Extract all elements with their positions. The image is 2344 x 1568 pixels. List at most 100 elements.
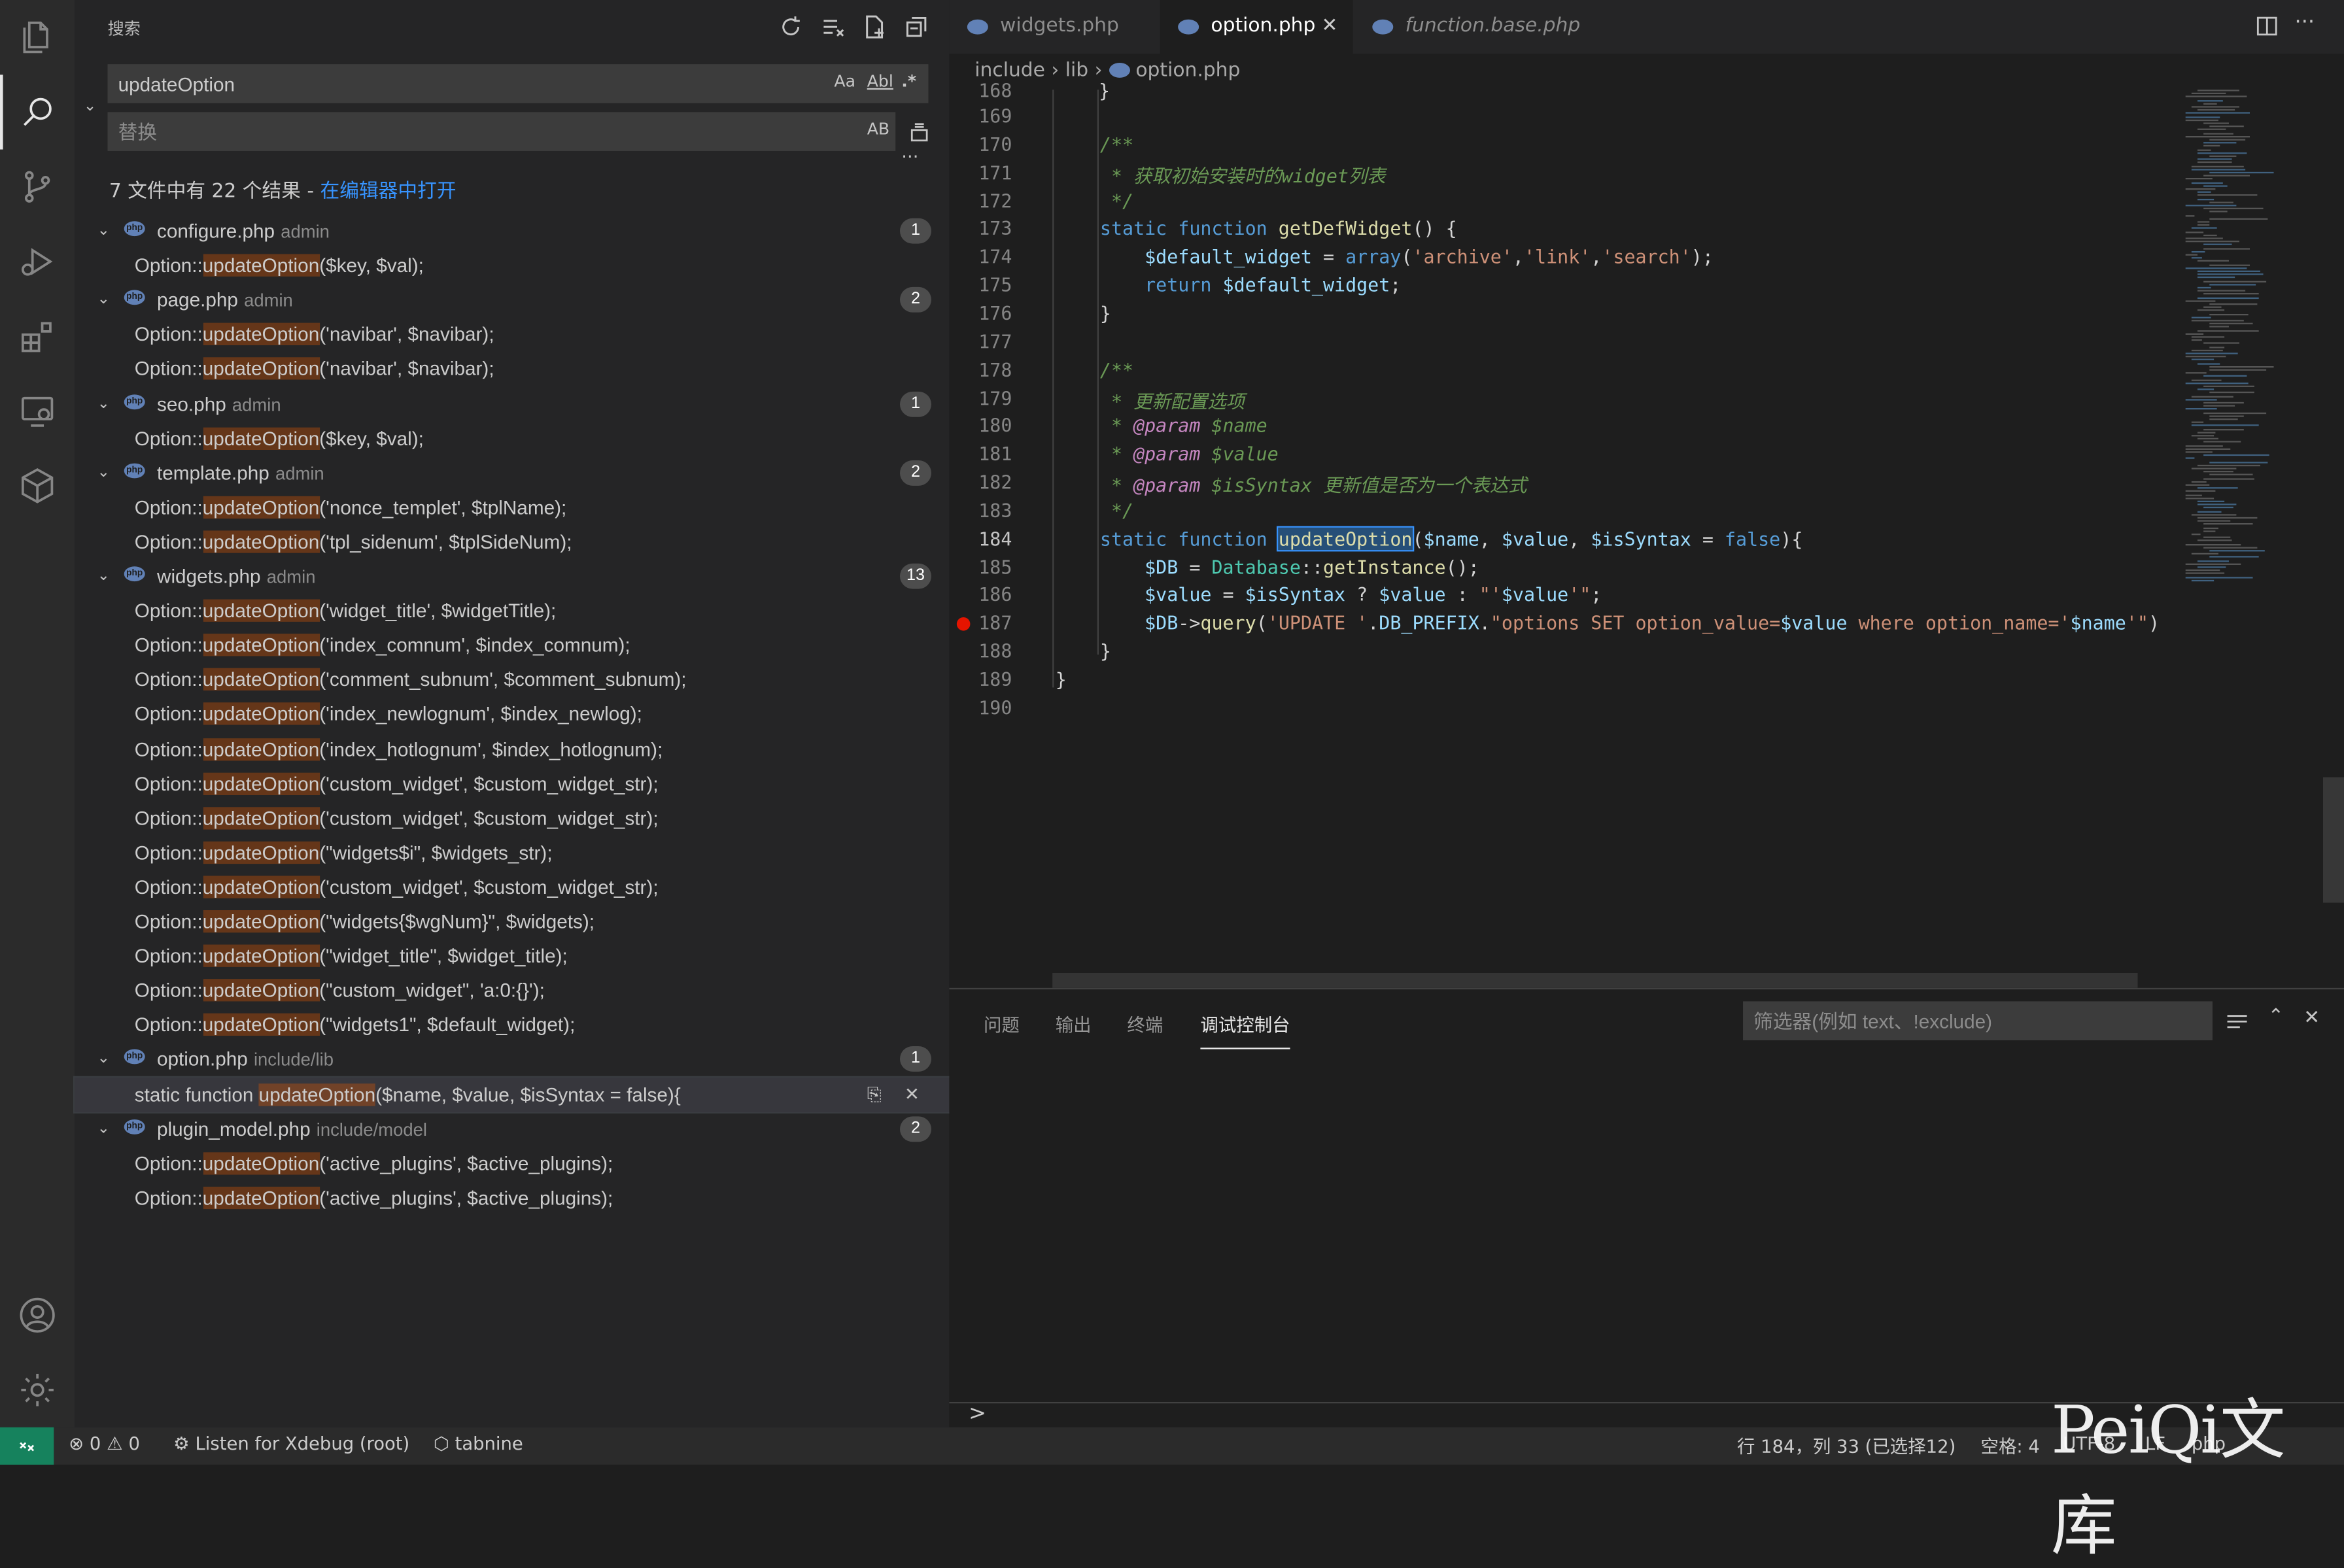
remote-indicator[interactable] (0, 1427, 54, 1465)
breadcrumb-file[interactable]: option.php (1135, 60, 1240, 82)
close-panel-icon[interactable]: ✕ (2303, 1008, 2320, 1030)
more-actions-icon[interactable]: ··· (2295, 10, 2315, 35)
search-input[interactable] (109, 65, 945, 102)
result-file-row[interactable]: ⌄ php widgets.php admin 13 (75, 559, 949, 594)
cursor-position[interactable]: 行 184，列 33 (已选择12) (1737, 1433, 1956, 1459)
result-match-row[interactable]: Option::updateOption('navibar', $navibar… (75, 317, 949, 352)
result-file-row[interactable]: ⌄ php seo.php admin 1 (75, 386, 949, 421)
result-file-row[interactable]: ⌄ php plugin_model.php include/model 2 (75, 1112, 949, 1146)
match-text: Option::updateOption('custom_widget', $c… (135, 766, 659, 801)
preserve-case-toggle[interactable]: AB (867, 120, 889, 139)
extensions-icon[interactable] (0, 299, 75, 373)
chevron-down-icon[interactable]: ⌄ (97, 1112, 112, 1146)
chevron-down-icon[interactable]: ⌄ (97, 559, 112, 594)
result-match-row[interactable]: Option::updateOption('active_plugins', $… (75, 1146, 949, 1180)
whole-word-toggle[interactable]: Abl (867, 72, 893, 92)
panel-tab-output[interactable]: 输出 (1056, 1012, 1092, 1037)
result-match-row[interactable]: Option::updateOption('custom_widget', $c… (75, 800, 949, 835)
chevron-down-icon[interactable]: ⌄ (97, 282, 112, 317)
minimap-line (2197, 221, 2210, 223)
tab-option-php[interactable]: option.php ✕ (1160, 0, 1353, 54)
cube-extension-icon[interactable] (0, 449, 75, 523)
close-tab-icon[interactable]: ✕ (1322, 0, 1338, 54)
indentation[interactable]: 空格: 4 (1981, 1433, 2040, 1459)
match-text: Option::updateOption('active_plugins', $… (135, 1146, 613, 1180)
chevron-down-icon[interactable]: ⌄ (97, 455, 112, 490)
regex-toggle[interactable]: .* (901, 72, 916, 92)
result-match-row[interactable]: Option::updateOption('index_comnum', $in… (75, 628, 949, 662)
editor-horizontal-scrollbar[interactable] (1052, 972, 2138, 988)
collapse-all-icon[interactable] (903, 14, 930, 41)
result-file-row[interactable]: ⌄ php configure.php admin 1 (75, 214, 949, 248)
result-match-row[interactable]: Option::updateOption('index_hotlognum', … (75, 732, 949, 766)
result-match-row[interactable]: Option::updateOption('nonce_templet', $t… (75, 490, 949, 524)
panel-tab-problems[interactable]: 问题 (984, 1012, 1020, 1037)
match-suffix: ("widgets1", $default_widget); (319, 1014, 576, 1036)
clear-results-icon[interactable] (819, 14, 846, 41)
search-icon[interactable] (0, 75, 75, 150)
console-filter-box (1743, 1001, 2229, 1040)
remote-explorer-icon[interactable] (0, 373, 75, 448)
minimap-line (2203, 477, 2254, 479)
result-match-row[interactable]: Option::updateOption($key, $val); (75, 248, 949, 283)
minimap-line (2203, 526, 2218, 529)
match-case-toggle[interactable]: Aa (834, 72, 855, 92)
account-icon[interactable] (0, 1278, 75, 1352)
refresh-icon[interactable] (778, 14, 804, 41)
match-text: Option::updateOption("widgets$i", $widge… (135, 835, 553, 870)
tabnine-label: tabnine (455, 1433, 523, 1454)
new-search-editor-icon[interactable] (861, 14, 888, 41)
replace-input[interactable] (109, 113, 912, 150)
result-match-row[interactable]: Option::updateOption('comment_subnum', $… (75, 662, 949, 697)
toggle-replace-chevron-icon[interactable]: ⌄ (84, 99, 96, 115)
result-match-row[interactable]: Option::updateOption('index_newlognum', … (75, 697, 949, 732)
result-match-row[interactable]: Option::updateOption('active_plugins', $… (75, 1180, 949, 1215)
source-control-icon[interactable] (0, 150, 75, 224)
editor-scrollbar[interactable] (2322, 777, 2344, 903)
explorer-icon[interactable] (0, 0, 75, 75)
code-editor[interactable]: 168 } 169 170 /** 171 * 获取初始安装时的widget列表 17… (951, 79, 2177, 986)
settings-gear-icon[interactable] (0, 1353, 75, 1427)
result-match-row[interactable]: Option::updateOption('widget_title', $wi… (75, 594, 949, 628)
result-match-row[interactable]: Option::updateOption("custom_widget", 'a… (75, 973, 949, 1008)
result-match-row[interactable]: Option::updateOption('custom_widget', $c… (75, 766, 949, 801)
result-file-row[interactable]: ⌄ php option.php include/lib 1 (75, 1042, 949, 1077)
more-search-options[interactable]: ··· (901, 146, 918, 167)
run-debug-icon[interactable] (0, 224, 75, 299)
result-match-row[interactable]: Option::updateOption("widget_title", $wi… (75, 939, 949, 974)
result-match-row[interactable]: static function updateOption($name, $val… (73, 1075, 951, 1113)
panel-tab-debug-console[interactable]: 调试控制台 (1200, 1012, 1290, 1049)
tabnine-status[interactable]: ⬡ tabnine (434, 1433, 523, 1454)
result-match-row[interactable]: Option::updateOption('custom_widget', $c… (75, 870, 949, 904)
breadcrumb-lib[interactable]: lib (1065, 60, 1088, 82)
chevron-down-icon[interactable]: ⌄ (97, 1042, 112, 1077)
result-file-row[interactable]: ⌄ php page.php admin 2 (75, 282, 949, 317)
result-match-row[interactable]: Option::updateOption($key, $val); (75, 421, 949, 456)
maximize-panel-icon[interactable]: ⌃ (2267, 1006, 2284, 1028)
code-line: static function updateOption($name, $val… (1099, 525, 1803, 551)
minimap-line (2191, 421, 2204, 424)
dismiss-match-icon[interactable]: ✕ (905, 1077, 920, 1112)
match-suffix: ('index_hotlognum', $index_hotlognum); (319, 737, 663, 760)
result-match-row[interactable]: Option::updateOption('tpl_sidenum', $tpl… (75, 524, 949, 559)
console-prompt[interactable]: > (969, 1402, 986, 1426)
clear-console-icon[interactable] (2226, 1010, 2248, 1038)
chevron-down-icon[interactable]: ⌄ (97, 386, 112, 421)
console-filter-input[interactable] (1744, 1002, 2229, 1039)
replace-all-icon[interactable] (907, 120, 931, 150)
problems-status[interactable]: ⊗ 0 ⚠ 0 (69, 1433, 140, 1454)
result-file-row[interactable]: ⌄ php template.php admin 2 (75, 455, 949, 490)
panel-tab-terminal[interactable]: 终端 (1127, 1012, 1163, 1037)
result-match-row[interactable]: Option::updateOption('navibar', $navibar… (75, 352, 949, 386)
result-match-row[interactable]: Option::updateOption("widgets{$wgNum}", … (75, 904, 949, 939)
replace-match-icon[interactable]: ⎘ (867, 1077, 882, 1112)
tab-widgets-php[interactable]: widgets.php (949, 0, 1158, 54)
tab-function-base-php[interactable]: function.base.php (1354, 0, 1623, 54)
debug-launch-status[interactable]: ⚙ Listen for Xdebug (root) (173, 1433, 409, 1454)
result-match-row[interactable]: Option::updateOption("widgets1", $defaul… (75, 1008, 949, 1042)
minimap[interactable] (2177, 90, 2323, 598)
open-in-editor-link[interactable]: 在编辑器中打开 (320, 181, 457, 203)
split-editor-icon[interactable] (2256, 15, 2278, 43)
result-match-row[interactable]: Option::updateOption("widgets$i", $widge… (75, 835, 949, 870)
chevron-down-icon[interactable]: ⌄ (97, 214, 112, 248)
